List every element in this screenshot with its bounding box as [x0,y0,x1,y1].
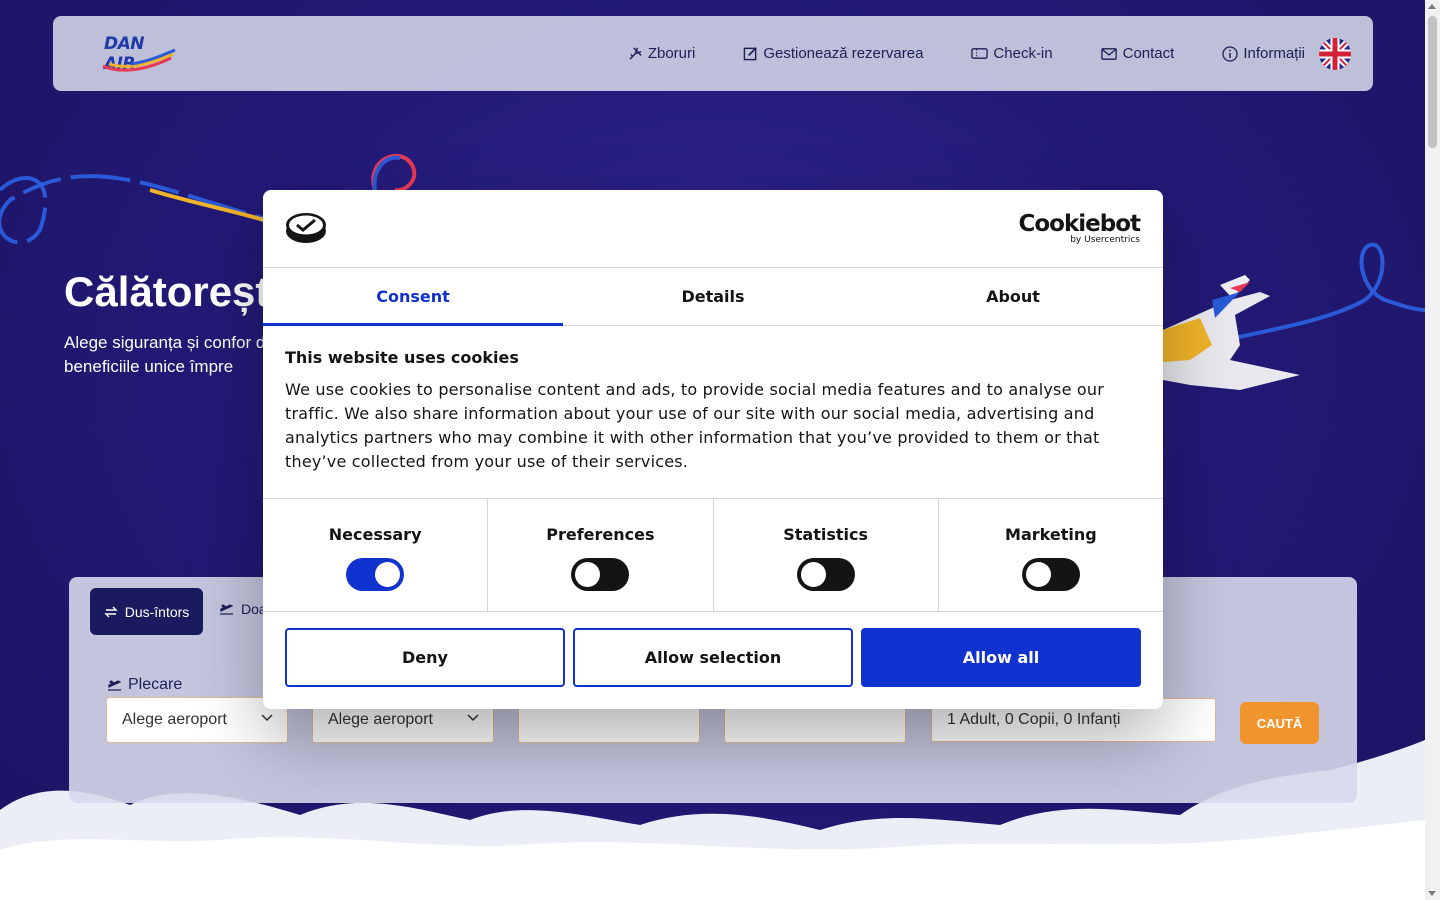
hero-subtitle: Alege siguranța și confor de beneficiile… [64,333,275,376]
top-navbar: DAN AIR Zboruri Gestionează rezervarea C… [53,16,1373,91]
cookie-dialog-text: We use cookies to personalise content an… [285,380,1105,471]
nav-item-label: Contact [1122,45,1175,62]
toggle-group-preferences: Preferences [488,499,714,611]
toggle-label: Necessary [328,525,422,544]
toggle-knob [375,562,401,587]
tab-round-trip[interactable]: Dus-întors [90,588,203,635]
edit-icon [744,47,758,61]
nav-item-flights[interactable]: Zboruri [628,45,696,62]
tab-consent[interactable]: Consent [263,268,563,326]
nav-menu: Zboruri Gestionează rezervarea Check-in … [580,16,1351,91]
tab-details[interactable]: Details [563,268,863,325]
destination-placeholder: Alege aeroport [328,711,433,728]
round-trip-icon [104,606,118,617]
departure-label: Plecare [107,676,182,694]
cookie-dialog-body: This website uses cookies We use cookies… [285,348,1125,474]
nav-item-check-in[interactable]: Check-in [971,45,1053,62]
scrollbar-thumb[interactable] [1428,16,1437,148]
uk-flag-icon[interactable] [1319,37,1351,70]
nav-item-manage-booking[interactable]: Gestionează rezervarea [743,45,923,62]
airplane-image [1163,275,1300,390]
page-scrollbar[interactable] [1425,0,1440,900]
origin-placeholder: Alege aeroport [122,711,227,728]
nav-item-contact[interactable]: Contact [1100,45,1175,62]
toggle-label: Statistics [783,525,868,544]
deny-button[interactable]: Deny [285,628,565,687]
ticket-icon [971,48,989,59]
info-icon [1222,45,1238,62]
necessary-toggle[interactable] [346,558,405,591]
nav-item-label: Zboruri [647,45,696,62]
plane-icon [629,47,642,60]
departure-label-text: Plecare [128,676,183,693]
origin-airport-select[interactable]: Alege aeroport [106,697,288,743]
cookiebot-name: Cookiebot [1018,211,1141,237]
toggle-group-statistics: Statistics [714,499,939,611]
cookie-logo-icon [286,213,326,243]
search-button[interactable]: CAUTĂ [1240,702,1319,744]
cookie-dialog-tabs: Consent Details About [263,268,1163,326]
hero-title: Călătoreșt [64,268,270,315]
toggle-knob [1025,562,1051,587]
tab-one-way[interactable]: Doa [219,601,267,617]
cookie-dialog-buttons: Deny Allow selection Allow all [285,628,1141,687]
cookie-dialog-header: Cookiebot by Usercentrics [263,190,1163,268]
passengers-value: 1 Adult, 0 Copii, 0 Infanți [947,711,1121,728]
tab-about[interactable]: About [863,268,1163,325]
plane-takeoff-icon [220,604,234,615]
nav-item-information[interactable]: Informații [1222,45,1305,62]
toggle-knob [800,562,826,587]
nav-item-label: Check-in [993,45,1053,62]
toggle-label: Preferences [546,525,655,544]
toggle-label: Marketing [1005,525,1097,544]
chevron-down-icon [467,714,479,722]
allow-all-button[interactable]: Allow all [861,628,1141,687]
preferences-toggle[interactable] [571,558,630,591]
tab-label: Dus-întors [124,603,190,620]
dan-air-logo[interactable]: DAN AIR [101,34,177,74]
scroll-up-arrow[interactable] [1428,4,1436,9]
nav-item-label: Gestionează rezervarea [763,45,924,62]
nav-item-label: Informații [1243,45,1305,62]
logo-swoosh-icon [102,48,176,72]
chevron-down-icon [261,714,273,722]
marketing-toggle[interactable] [1021,558,1080,591]
allow-selection-button[interactable]: Allow selection [573,628,853,687]
cookie-consent-dialog: Cookiebot by Usercentrics Consent Detail… [263,190,1163,709]
mail-icon [1100,47,1117,60]
cookiebot-brand[interactable]: Cookiebot by Usercentrics [1018,211,1141,245]
toggle-group-marketing: Marketing [939,499,1163,611]
scroll-down-arrow[interactable] [1428,891,1436,896]
plane-takeoff-icon [108,680,122,691]
toggle-knob [575,562,601,587]
cookie-dialog-heading: This website uses cookies [285,348,519,367]
toggle-group-necessary: Necessary [263,499,489,611]
cookie-category-toggles: Necessary Preferences Statistics Marketi… [263,498,1163,612]
statistics-toggle[interactable] [796,558,855,591]
